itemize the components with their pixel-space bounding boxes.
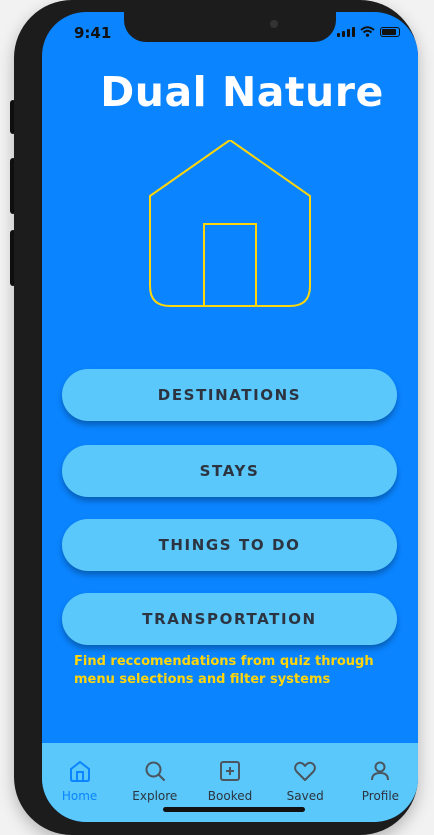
tab-home-label: Home [61, 789, 98, 803]
tab-home[interactable]: Home [42, 743, 117, 822]
destinations-button[interactable]: DESTINATIONS [62, 369, 397, 421]
signal-icon [337, 27, 355, 37]
house-icon [149, 140, 311, 307]
plus-square-icon [220, 761, 240, 781]
tab-saved-label: Saved [286, 789, 324, 803]
tab-profile[interactable]: Profile [343, 743, 418, 822]
battery-icon [380, 27, 400, 37]
notch [124, 12, 336, 42]
app-title: Dual Nature [100, 68, 384, 116]
camera-dot [270, 20, 278, 28]
heart-icon [294, 761, 317, 781]
things-to-do-button[interactable]: THINGS TO DO [62, 519, 397, 571]
tab-booked-label: Booked [207, 789, 253, 803]
tab-profile-label: Profile [361, 789, 400, 803]
search-icon [145, 761, 165, 781]
recommendation-note: Find reccomendations from quiz through m… [74, 654, 374, 687]
status-icons [337, 26, 400, 37]
status-time: 9:41 [74, 24, 112, 42]
transportation-button[interactable]: TRANSPORTATION [62, 593, 397, 645]
phone-frame: 9:41 Dual Nature DESTINATIONS STAYS THIN… [14, 0, 418, 835]
home-indicator [163, 807, 305, 812]
stays-button[interactable]: STAYS [62, 445, 397, 497]
app-screen: 9:41 Dual Nature DESTINATIONS STAYS THIN… [42, 12, 418, 822]
wifi-icon [360, 26, 375, 37]
home-icon [69, 760, 90, 782]
user-icon [371, 761, 390, 781]
tab-explore-label: Explore [132, 789, 178, 803]
